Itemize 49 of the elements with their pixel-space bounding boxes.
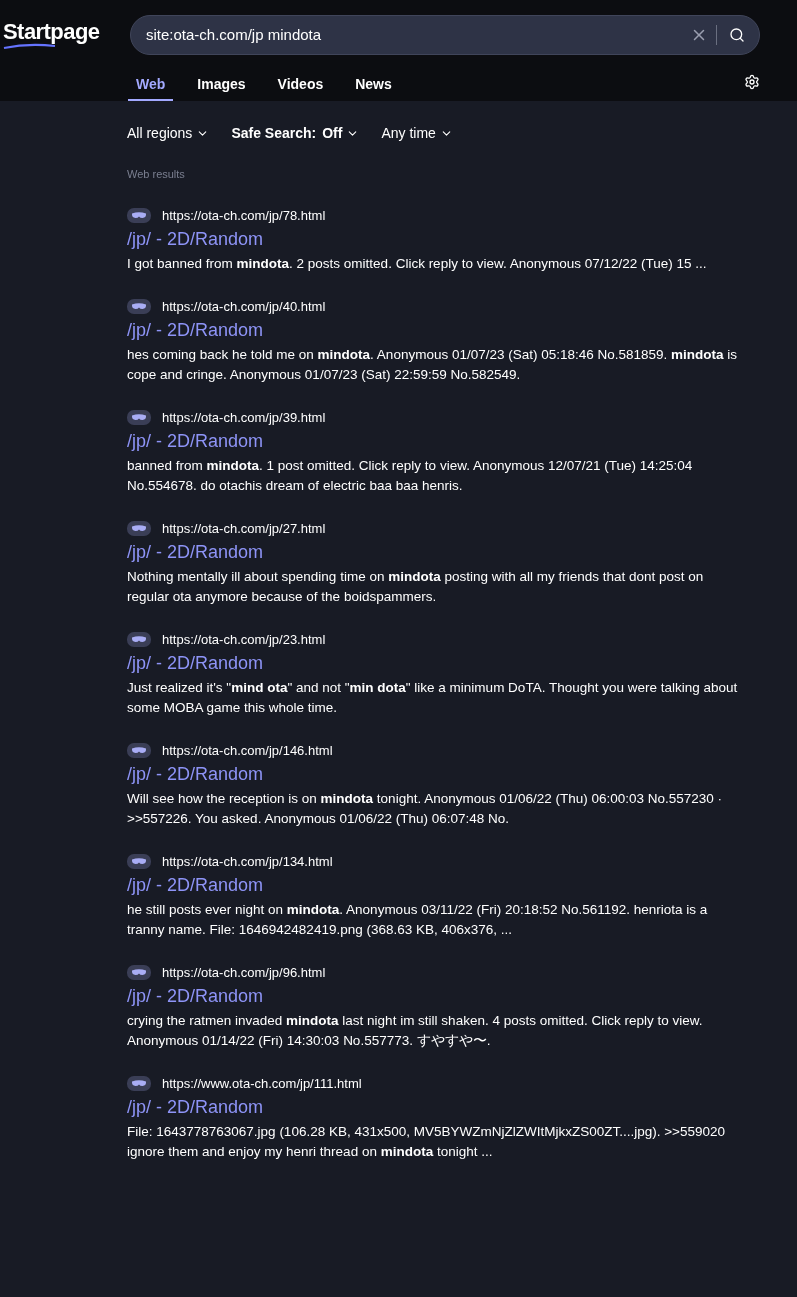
mask-icon bbox=[127, 965, 151, 980]
result-snippet: File: 1643778763067.jpg (106.28 KB, 431x500, MV5BYWZmNjZlZWItMjkxZS00ZT....jpg). >>559020 ignore them and enjoy my henri thread on mindota tonight ... bbox=[127, 1122, 727, 1161]
filter-dropdown[interactable]: All regions bbox=[127, 123, 210, 144]
mask-icon bbox=[127, 632, 151, 647]
section-label: Web results bbox=[127, 167, 186, 182]
result-title[interactable]: /jp/ - 2D/Random bbox=[127, 872, 757, 897]
filter-dropdown[interactable]: Any time bbox=[381, 123, 453, 144]
logo[interactable]: Startpage bbox=[3, 21, 130, 43]
result-snippet: banned from mindota. 1 post omitted. Click reply to view. Anonymous 12/07/21 (Tue) 14:25:04 No.554678. do otachis dream of electric baa baa henris. bbox=[127, 456, 694, 495]
result-title[interactable]: /jp/ - 2D/Random bbox=[127, 650, 757, 675]
result-title[interactable]: /jp/ - 2D/Random bbox=[127, 317, 757, 342]
nav-tab[interactable]: News bbox=[347, 70, 400, 101]
search-input[interactable]: site:ota-ch.com/jp mindota bbox=[146, 23, 682, 47]
mask-icon bbox=[127, 743, 151, 758]
mask-icon bbox=[127, 299, 151, 314]
result-snippet: I got banned from mindota. 2 posts omitted. Click reply to view. Anonymous 07/12/22 (Tue) 15 ... bbox=[127, 254, 708, 273]
result-title[interactable]: /jp/ - 2D/Random bbox=[127, 761, 757, 786]
mask-icon bbox=[127, 410, 151, 425]
result-snippet: crying the ratmen invaded mindota last night im still shaken. 4 posts omitted. Click reply to view. Anonymous 01/14/22 (Fri) 14:30:03 No.557773. すやすや〜. bbox=[127, 1011, 704, 1050]
mask-icon bbox=[127, 854, 151, 869]
result-url[interactable]: https://www.ota-ch.com/jp/111.html bbox=[162, 1073, 362, 1094]
result-url[interactable]: https://ota-ch.com/jp/40.html bbox=[162, 296, 326, 317]
result-url[interactable]: https://ota-ch.com/jp/23.html bbox=[162, 629, 326, 650]
result-snippet: he still posts ever night on mindota. Anonymous 03/11/22 (Fri) 20:18:52 No.561192. henriota is a tranny name. File: 1646942482419.png (368.63 KB, 406x376, ... bbox=[127, 900, 709, 939]
result-url[interactable]: https://ota-ch.com/jp/134.html bbox=[162, 851, 333, 872]
settings-icon[interactable] bbox=[744, 74, 760, 90]
search-field[interactable]: site:ota-ch.com/jp mindota bbox=[130, 15, 760, 55]
nav-tab[interactable]: Videos bbox=[269, 70, 332, 101]
result-snippet: hes coming back he told me on mindota. Anonymous 01/07/23 (Sat) 05:18:46 No.581859. mindota is cope and cringe. Anonymous 01/07/23 (Sat) 22:59:59 No.582549. bbox=[127, 345, 739, 384]
result-url[interactable]: https://ota-ch.com/jp/27.html bbox=[162, 518, 326, 539]
result-title[interactable]: /jp/ - 2D/Random bbox=[127, 539, 757, 564]
result-title[interactable]: /jp/ - 2D/Random bbox=[127, 226, 757, 251]
mask-icon bbox=[127, 208, 151, 223]
result-snippet: Just realized it's "mind ota" and not "min dota" like a minimum DoTA. Thought you were talking about some MOBA game this whole time. bbox=[127, 678, 739, 717]
result-snippet: Nothing mentally ill about spending time on mindota posting with all my friends that dont post on regular ota anymore because of the boidspammers. bbox=[127, 567, 705, 606]
nav-tab[interactable]: Web bbox=[128, 70, 174, 101]
result-title[interactable]: /jp/ - 2D/Random bbox=[127, 428, 757, 453]
result-url[interactable]: https://ota-ch.com/jp/146.html bbox=[162, 740, 333, 761]
result-snippet: Will see how the reception is on mindota tonight. Anonymous 01/06/22 (Thu) 06:00:03 No.557230 · >>557226. You asked. Anonymous 01/06/22 (Thu) 06:07:48 No. bbox=[127, 789, 724, 828]
result-url[interactable]: https://ota-ch.com/jp/96.html bbox=[162, 962, 326, 983]
mask-icon bbox=[127, 521, 151, 536]
filter-dropdown[interactable]: Safe Search: Off bbox=[231, 123, 360, 144]
mask-icon bbox=[127, 1076, 151, 1091]
search-icon[interactable] bbox=[729, 27, 745, 43]
result-title[interactable]: /jp/ - 2D/Random bbox=[127, 983, 757, 1008]
result-title[interactable]: /jp/ - 2D/Random bbox=[127, 1094, 757, 1119]
nav-tab[interactable]: Images bbox=[189, 70, 254, 101]
result-url[interactable]: https://ota-ch.com/jp/78.html bbox=[162, 205, 326, 226]
result-url[interactable]: https://ota-ch.com/jp/39.html bbox=[162, 407, 326, 428]
